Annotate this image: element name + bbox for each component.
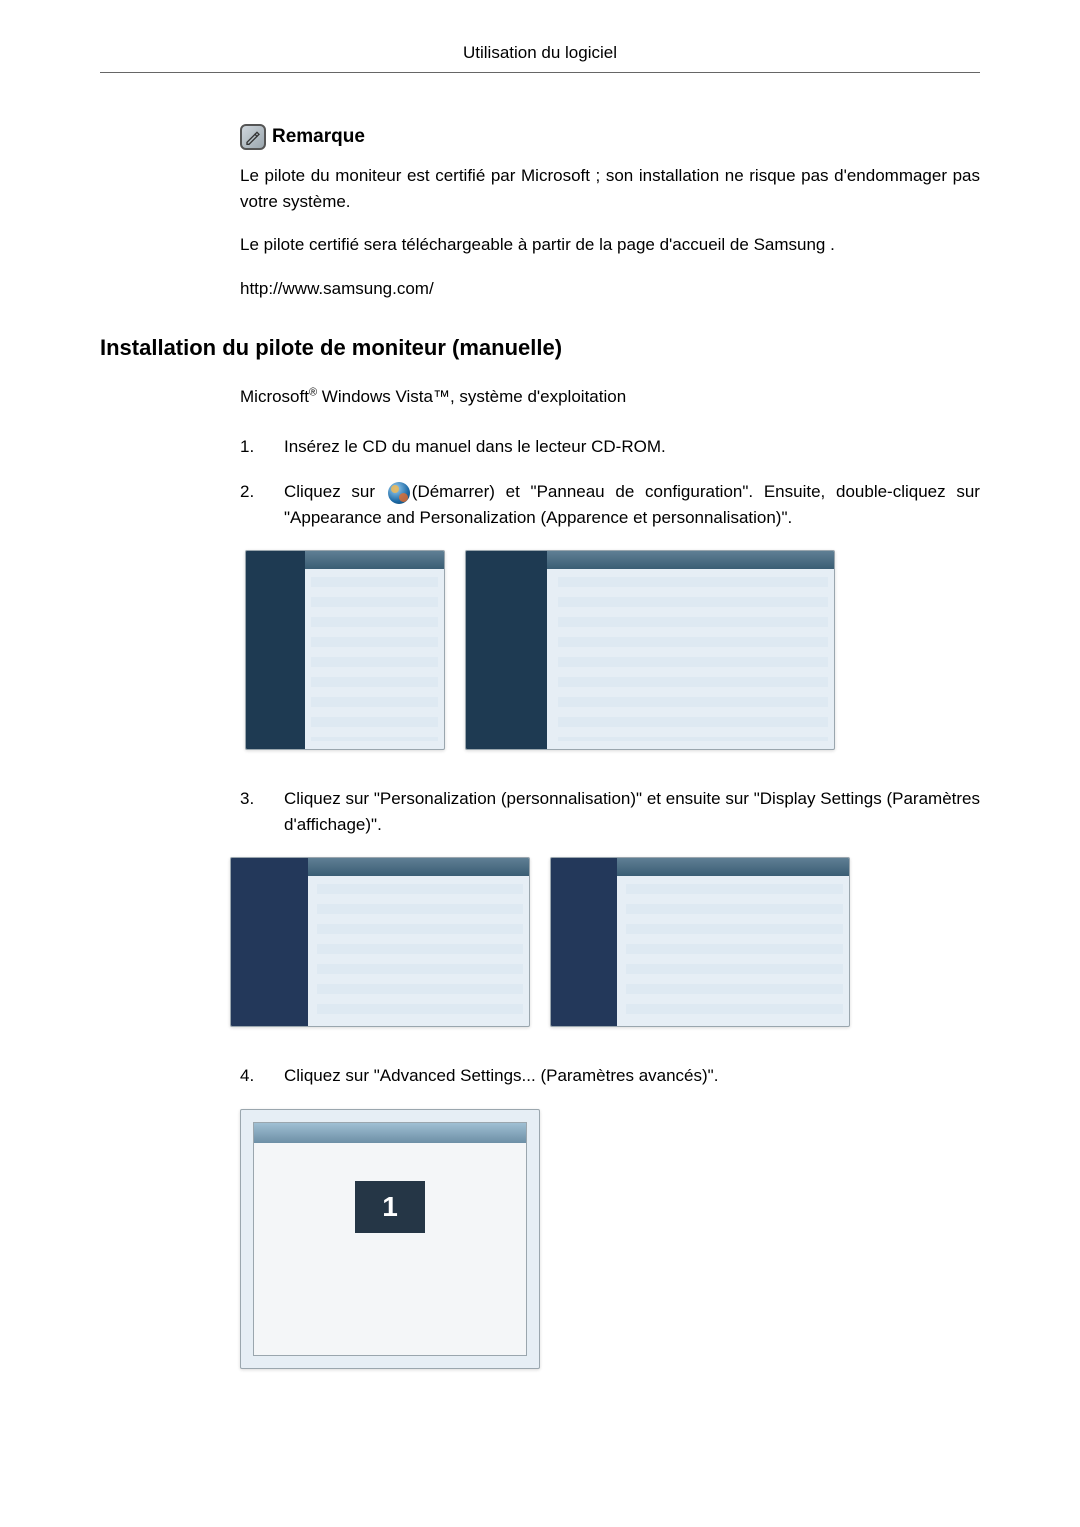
subtitle-text: Microsoft [240,387,309,406]
remark-url: http://www.samsung.com/ [240,276,980,302]
step-item: 3. Cliquez sur "Personalization (personn… [240,786,980,837]
windows-start-icon [388,482,410,504]
remark-block: Remarque Le pilote du moniteur est certi… [240,123,980,302]
steps-list: 1. Insérez le CD du manuel dans le lecte… [240,434,980,531]
step-number: 4. [240,1063,260,1089]
steps-list: 3. Cliquez sur "Personalization (personn… [240,786,980,837]
note-icon [240,124,266,150]
registered-symbol: ® [309,386,317,398]
figure-row [100,857,980,1027]
section-subtitle: Microsoft® Windows Vista™, système d'exp… [240,384,980,410]
step-number: 3. [240,786,260,837]
trademark-symbol: ™ [433,387,450,406]
step-item: 2. Cliquez sur (Démarrer) et "Panneau de… [240,479,980,530]
subtitle-text: , système d'exploitation [450,387,626,406]
screenshot-appearance-panel [230,857,530,1027]
step-text: Insérez le CD du manuel dans le lecteur … [284,434,980,460]
remark-head: Remarque [240,123,980,152]
screenshot-control-panel [465,550,835,750]
remark-label: Remarque [272,123,365,152]
screenshot-personalization-panel [550,857,850,1027]
steps-list: 4. Cliquez sur "Advanced Settings... (Pa… [240,1063,980,1089]
step-number: 1. [240,434,260,460]
figure-row [100,550,980,750]
remark-body: Le pilote du moniteur est certifié par M… [240,163,980,301]
monitor-number-label: 1 [355,1181,425,1233]
screenshot-start-menu [245,550,445,750]
remark-paragraph: Le pilote du moniteur est certifié par M… [240,163,980,214]
figure-row: 1 [240,1109,980,1369]
step-item: 4. Cliquez sur "Advanced Settings... (Pa… [240,1063,980,1089]
step-text: Cliquez sur "Advanced Settings... (Param… [284,1063,980,1089]
remark-paragraph: Le pilote certifié sera téléchargeable à… [240,232,980,258]
step-item: 1. Insérez le CD du manuel dans le lecte… [240,434,980,460]
page-header: Utilisation du logiciel [100,40,980,73]
step-text: Cliquez sur (Démarrer) et "Panneau de co… [284,479,980,530]
subtitle-text: Windows Vista [317,387,433,406]
step-text: Cliquez sur "Personalization (personnali… [284,786,980,837]
screenshot-display-settings-dialog: 1 [240,1109,540,1369]
step-text-before: Cliquez sur [284,482,375,501]
section-title: Installation du pilote de moniteur (manu… [100,331,980,364]
step-number: 2. [240,479,260,530]
